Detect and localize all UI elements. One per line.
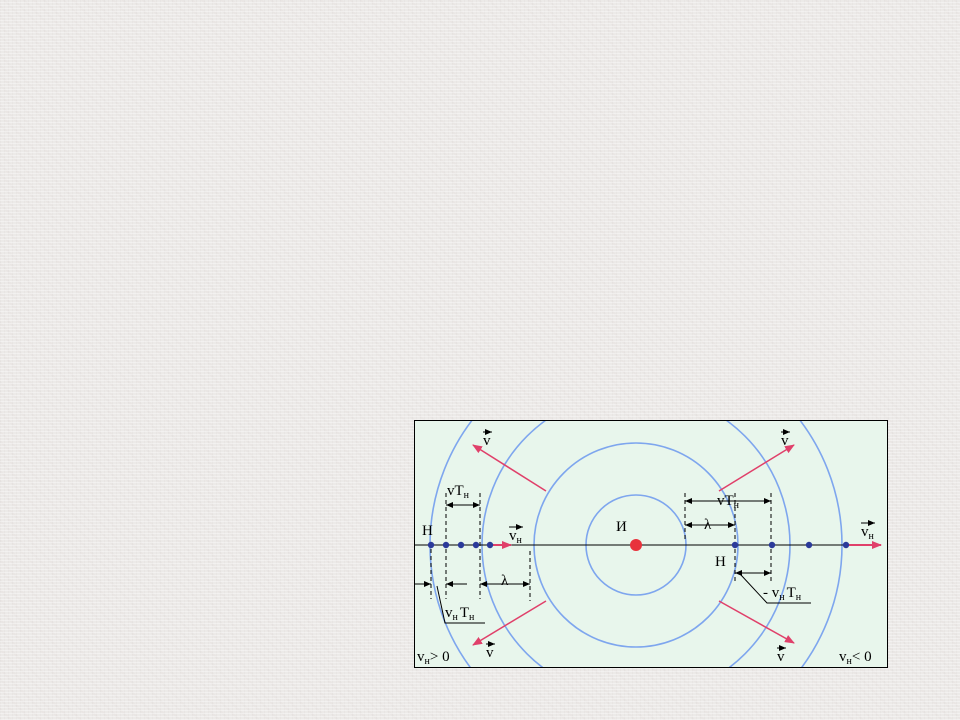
observer-shift-right: - vн Tн: [763, 585, 802, 603]
velocity-arrow-lower-right: [718, 600, 795, 644]
wave-speed-label-upper-right: v: [781, 429, 790, 449]
velocity-arrow-upper-left: [472, 444, 547, 492]
wave-speed-text: v: [483, 433, 491, 449]
observer-speed-text: vн: [861, 524, 875, 542]
condition-left: vн> 0: [417, 649, 450, 667]
observer-point: [805, 541, 813, 549]
observer-point: [457, 541, 465, 549]
doppler-diagram: И Н Н v v v v vн vн vTн vTн λ λ vн Tн - …: [414, 420, 888, 668]
wave-speed-text: v: [486, 645, 494, 661]
wavelength-right: λ: [704, 517, 712, 533]
observer-point: [427, 541, 435, 549]
observer-point: [486, 541, 494, 549]
observer-speed-text: vн: [509, 528, 523, 546]
observer-point: [472, 541, 480, 549]
slide: И Н Н v v v v vн vн vTн vTн λ λ vн Tн - …: [0, 0, 960, 720]
observer-point: [842, 541, 850, 549]
wave-speed-label-lower-right: v: [777, 645, 786, 665]
observer-label-right: Н: [715, 554, 726, 570]
wave-speed-label-upper-left: v: [483, 429, 492, 449]
observer-shift-left: vн Tн: [445, 605, 475, 623]
wave-speed-text: v: [781, 433, 789, 449]
velocity-arrow-upper-right: [718, 444, 795, 492]
observer-point: [442, 541, 450, 549]
observer-speed-label-left: vн: [509, 524, 523, 546]
wavelength-left: λ: [501, 573, 509, 589]
observer-label-left: Н: [422, 523, 433, 539]
doppler-diagram-svg: И Н Н v v v v vн vн vTн vTн λ λ vн Tн - …: [415, 421, 882, 667]
period-distance-left: vTн: [447, 483, 470, 501]
condition-right: vн< 0: [839, 649, 872, 667]
wave-speed-label-lower-left: v: [486, 641, 495, 661]
observer-speed-label-right: vн: [861, 520, 875, 542]
observer-point: [768, 541, 776, 549]
source-point: [630, 539, 642, 551]
wave-speed-text: v: [777, 649, 785, 665]
observer-point: [731, 541, 739, 549]
source-label: И: [616, 519, 627, 535]
period-distance-right: vTн: [717, 493, 740, 511]
